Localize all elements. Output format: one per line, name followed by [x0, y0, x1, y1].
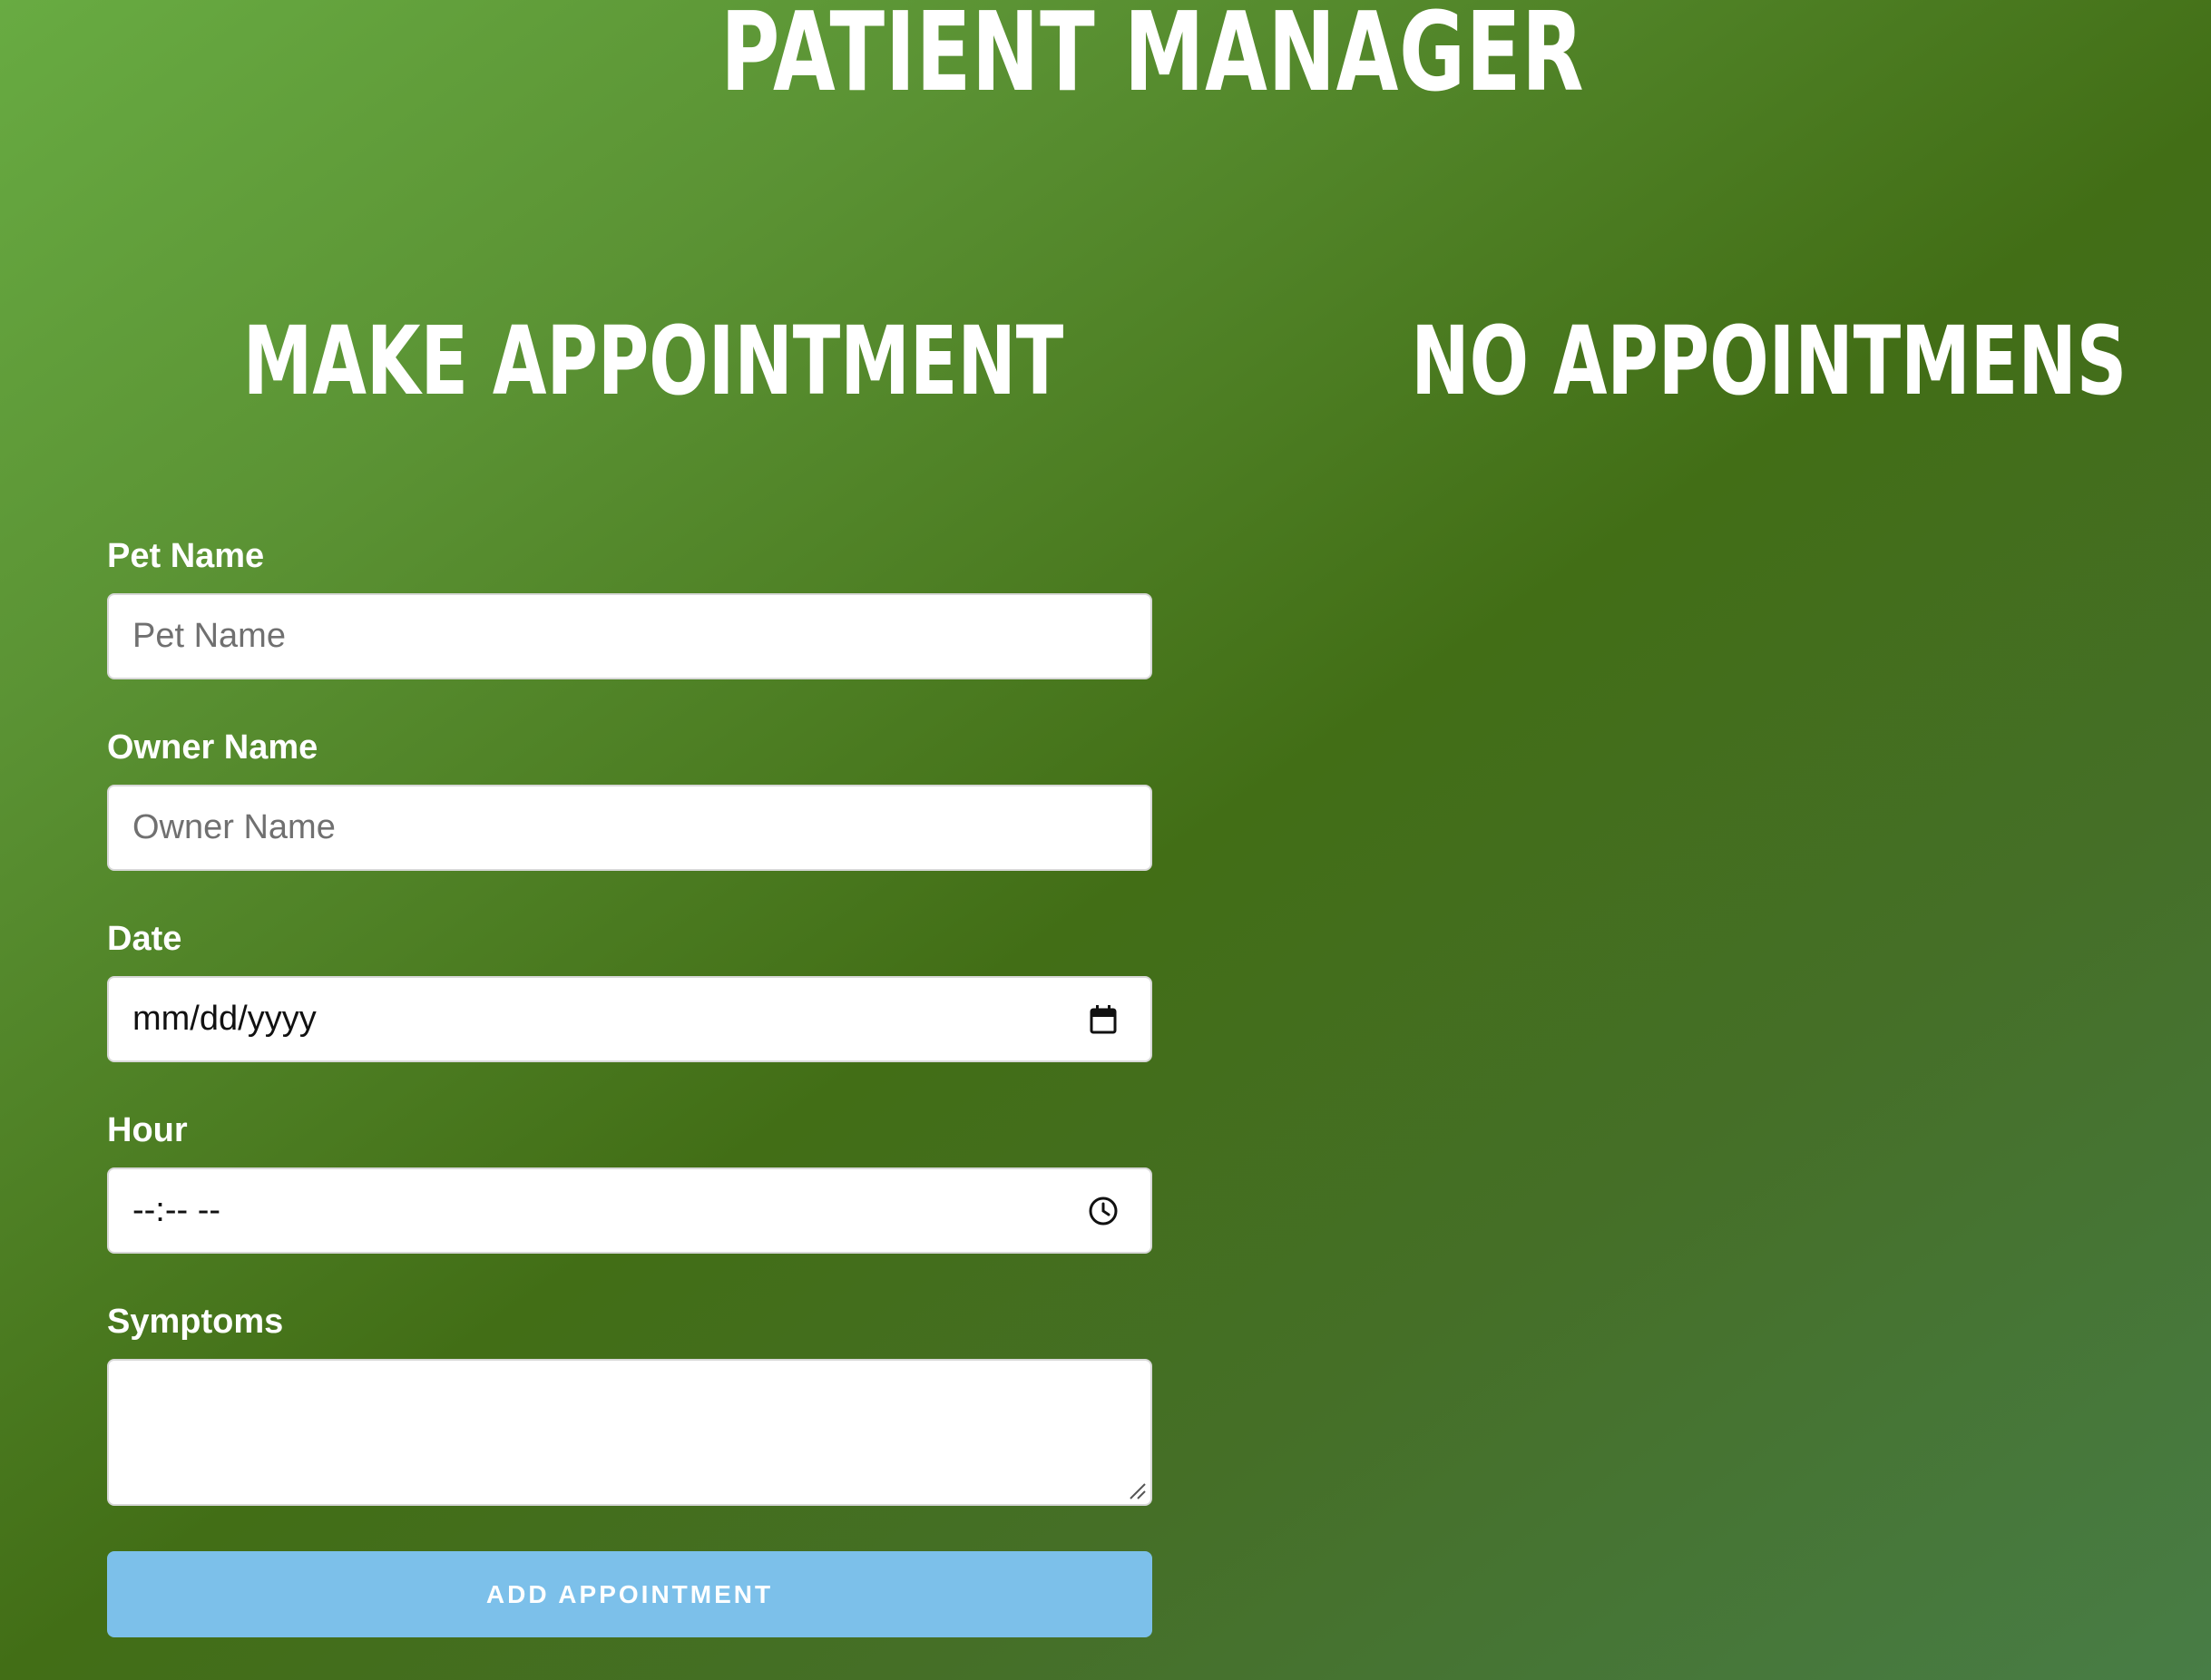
clock-icon[interactable]	[1085, 1193, 1121, 1229]
owner-name-input[interactable]: Owner Name	[107, 785, 1152, 871]
page-title: PATIENT MANAGER	[720, 0, 1585, 116]
hour-label: Hour	[107, 1111, 188, 1149]
resize-handle-icon[interactable]	[1127, 1480, 1147, 1500]
pet-name-field-group: Pet Name Pet Name	[107, 533, 1152, 679]
calendar-icon[interactable]	[1085, 1001, 1121, 1038]
pet-name-placeholder: Pet Name	[132, 617, 286, 655]
symptoms-field-group: Symptoms	[107, 1299, 1152, 1506]
date-field-group: Date mm/dd/yyyy	[107, 916, 1152, 1062]
date-value: mm/dd/yyyy	[132, 1000, 317, 1038]
owner-name-label: Owner Name	[107, 728, 318, 767]
pet-name-label: Pet Name	[107, 537, 265, 575]
make-appointment-heading: MAKE APPOINTMENT	[242, 306, 1064, 416]
owner-name-field-group: Owner Name Owner Name	[107, 725, 1152, 871]
hour-value: --:-- --	[132, 1191, 221, 1229]
hour-field-group: Hour --:-- --	[107, 1108, 1152, 1254]
owner-name-placeholder: Owner Name	[132, 808, 336, 846]
symptoms-textarea[interactable]	[107, 1359, 1152, 1506]
date-input[interactable]: mm/dd/yyyy	[107, 976, 1152, 1062]
date-label: Date	[107, 920, 182, 958]
add-appointment-button[interactable]: ADD APPOINTMENT	[107, 1551, 1152, 1637]
appointment-form: Pet Name Pet Name Owner Name Owner Name …	[107, 533, 1152, 1637]
hour-input[interactable]: --:-- --	[107, 1167, 1152, 1254]
symptoms-label: Symptoms	[107, 1303, 284, 1341]
appointments-list-heading: NO APPOINTMENS	[1411, 306, 2128, 416]
pet-name-input[interactable]: Pet Name	[107, 593, 1152, 679]
